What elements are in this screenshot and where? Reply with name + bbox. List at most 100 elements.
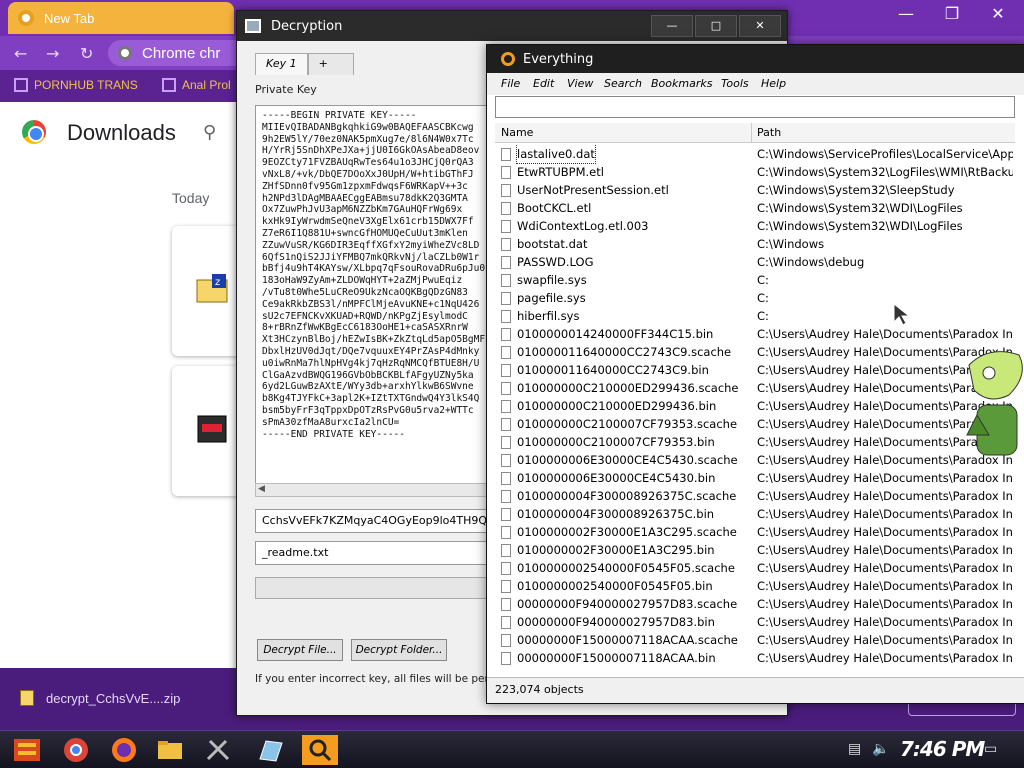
menu-file[interactable]: File: [501, 77, 520, 90]
list-item[interactable]: pagefile.sys C:: [495, 289, 1015, 307]
file-icon: [501, 364, 511, 377]
menu-edit[interactable]: Edit: [533, 77, 554, 90]
menu-tools[interactable]: Tools: [721, 77, 749, 90]
column-header: Name Path: [495, 123, 1015, 143]
search-input[interactable]: [495, 96, 1015, 118]
menu-help[interactable]: Help: [761, 77, 786, 90]
file-name: 00000000F940000027957D83.bin: [517, 615, 715, 629]
list-item[interactable]: 00000000F940000027957D83.bin C:\Users\Aud…: [495, 613, 1015, 631]
minimize-icon[interactable]: —: [888, 4, 924, 23]
close-icon[interactable]: ✕: [980, 4, 1016, 23]
list-item[interactable]: 010000000C210000ED299436.scache C:\Users\…: [495, 379, 1015, 397]
list-item[interactable]: 010000000C2100007CF79353.bin C:\Users\Aud…: [495, 433, 1015, 451]
list-item[interactable]: PASSWD.LOG C:\Windows\debug: [495, 253, 1015, 271]
horizontal-scrollbar[interactable]: ◀: [255, 483, 495, 497]
close-icon[interactable]: ✕: [739, 15, 781, 37]
everything-taskbar-icon[interactable]: [302, 735, 338, 765]
list-item[interactable]: lastalive0.dat C:\Windows\ServiceProfiles…: [495, 145, 1015, 164]
column-path[interactable]: Path: [757, 126, 781, 139]
chrome-tab-new-tab[interactable]: New Tab: [8, 2, 234, 34]
firefox-taskbar-icon[interactable]: [106, 735, 142, 765]
menu-search[interactable]: Search: [604, 77, 642, 90]
list-item[interactable]: 0100000002F30000E1A3C295.scache C:\Users\…: [495, 523, 1015, 541]
list-item[interactable]: 0100000006E30000CE4C5430.bin C:\Users\Aud…: [495, 469, 1015, 487]
list-item[interactable]: 010000011640000CC2743C9.scache C:\Users\A…: [495, 343, 1015, 361]
everything-window: Everything File Edit View Search Bookmar…: [486, 44, 1024, 704]
file-path: C:\Users\Audrey Hale\Documents\Paradox I…: [757, 597, 1013, 611]
file-icon: [501, 274, 511, 287]
list-item[interactable]: 0100000004F300008926375C.bin C:\Users\Aud…: [495, 505, 1015, 523]
decrypt-file-button[interactable]: Decrypt File...: [257, 639, 343, 661]
notifications-icon[interactable]: ▭: [984, 741, 997, 757]
list-item[interactable]: 00000000F940000027957D83.scache C:\Users\…: [495, 595, 1015, 613]
list-item[interactable]: 00000000F15000007118ACAA.scache C:\Users\…: [495, 631, 1015, 649]
network-icon[interactable]: ▤: [848, 741, 861, 757]
file-icon: [501, 184, 511, 197]
column-divider[interactable]: [751, 123, 752, 143]
list-item[interactable]: EtwRTUBPM.etl C:\Windows\System32\LogFile…: [495, 163, 1015, 181]
address-bar[interactable]: Chrome chr: [108, 40, 248, 66]
column-name[interactable]: Name: [501, 126, 533, 139]
list-item[interactable]: 00000000F15000007118ACAA.bin C:\Users\Aud…: [495, 649, 1015, 667]
list-item[interactable]: 010000000C2100007CF79353.scache C:\Users\…: [495, 415, 1015, 433]
chrome-taskbar-icon[interactable]: [58, 735, 94, 765]
start-button-icon[interactable]: [10, 735, 46, 765]
list-item[interactable]: BootCKCL.etl C:\Windows\System32\WDI\LogF…: [495, 199, 1015, 217]
file-path: C:: [757, 291, 769, 305]
list-item[interactable]: bootstat.dat C:\Windows: [495, 235, 1015, 253]
private-key-textarea[interactable]: -----BEGIN PRIVATE KEY----- MIIEvQIBADAN…: [255, 105, 495, 495]
menu-bookmarks[interactable]: Bookmarks: [651, 77, 712, 90]
scroll-left-icon[interactable]: ◀: [258, 484, 265, 494]
download-card[interactable]: z: [172, 226, 242, 356]
list-item[interactable]: 0100000002F30000E1A3C295.bin C:\Users\Aud…: [495, 541, 1015, 559]
list-item[interactable]: swapfile.sys C:: [495, 271, 1015, 289]
menu-bar: File Edit View Search Bookmarks Tools He…: [487, 73, 1024, 95]
file-name: swapfile.sys: [517, 273, 587, 287]
list-item[interactable]: hiberfil.sys C:: [495, 307, 1015, 325]
file-icon: [501, 490, 511, 503]
taskbar-clock[interactable]: 7:46 PM: [900, 737, 985, 761]
list-item[interactable]: 0100000014240000FF344C15.bin C:\Users\Aud…: [495, 325, 1015, 343]
minimize-icon[interactable]: —: [651, 15, 693, 37]
file-name: 0100000004F300008926375C.scache: [517, 489, 737, 503]
forward-arrow-icon[interactable]: →: [46, 44, 59, 63]
everything-titlebar[interactable]: Everything: [487, 45, 1024, 73]
list-item[interactable]: 010000000C210000ED299436.bin C:\Users\Aud…: [495, 397, 1015, 415]
volume-icon[interactable]: 🔈: [872, 741, 889, 757]
file-name: 0100000002540000F0545F05.scache: [517, 561, 735, 575]
file-path: C:: [757, 309, 769, 323]
file-path: C:\Windows\System32\WDI\LogFiles: [757, 201, 963, 215]
list-item[interactable]: UserNotPresentSession.etl C:\Windows\Syst…: [495, 181, 1015, 199]
reload-icon[interactable]: ↻: [80, 44, 93, 63]
tab-key-1[interactable]: Key 1: [255, 53, 308, 75]
restore-icon[interactable]: ❐: [934, 4, 970, 23]
taskbar: ▤ 🔈 7:46 PM ▭: [0, 730, 1024, 768]
list-item[interactable]: 0100000002540000F0545F05.scache C:\Users\…: [495, 559, 1015, 577]
list-item[interactable]: 0100000006E30000CE4C5430.scache C:\Users\…: [495, 451, 1015, 469]
download-card[interactable]: [172, 366, 242, 496]
list-item[interactable]: 010000011640000CC2743C9.bin C:\Users\Audr…: [495, 361, 1015, 379]
bookmark-2[interactable]: Anal Prol: [162, 78, 231, 92]
file-icon: [501, 238, 511, 251]
file-name: 0100000002F30000E1A3C295.bin: [517, 543, 715, 557]
list-item[interactable]: 0100000004F300008926375C.scache C:\Users\…: [495, 487, 1015, 505]
app-taskbar-icon[interactable]: [252, 735, 288, 765]
everything-window-title: Everything: [523, 51, 594, 67]
file-path: C:\Users\Audrey Hale\Documents\Paradox I…: [757, 615, 1013, 629]
tools-taskbar-icon[interactable]: [200, 735, 236, 765]
download-shelf-item[interactable]: decrypt_CchsVvE....zip: [20, 690, 180, 706]
maximize-icon[interactable]: □: [695, 15, 737, 37]
readme-field[interactable]: _readme.txt: [255, 541, 495, 565]
search-icon[interactable]: ⚲: [203, 122, 216, 143]
back-arrow-icon[interactable]: ←: [14, 44, 27, 63]
tab-add[interactable]: +: [307, 53, 354, 75]
menu-view[interactable]: View: [567, 77, 593, 90]
decrypt-folder-button[interactable]: Decrypt Folder...: [351, 639, 447, 661]
file-explorer-taskbar-icon[interactable]: [152, 735, 188, 765]
bookmark-1[interactable]: PORNHUB TRANS: [14, 78, 138, 92]
key-id-field[interactable]: CchsVvEFk7KZMqyaC4OGyEop9lo4TH9QlvPqpv: [255, 509, 495, 533]
file-name: WdiContextLog.etl.003: [517, 219, 649, 233]
list-item[interactable]: WdiContextLog.etl.003 C:\Windows\System32…: [495, 217, 1015, 235]
private-key-text: -----BEGIN PRIVATE KEY----- MIIEvQIBADAN…: [262, 110, 486, 440]
list-item[interactable]: 0100000002540000F0545F05.bin C:\Users\Aud…: [495, 577, 1015, 595]
